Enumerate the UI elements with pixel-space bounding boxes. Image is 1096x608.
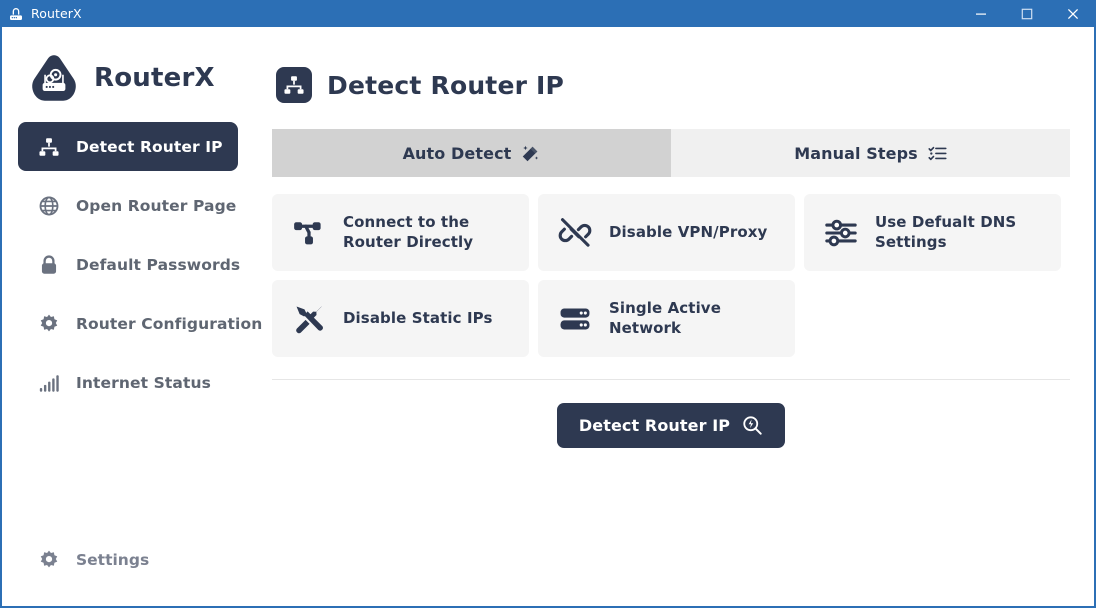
close-icon [1067, 8, 1079, 19]
minimize-button[interactable] [958, 0, 1004, 27]
share-nodes-icon [294, 221, 321, 244]
detect-router-ip-button[interactable]: Detect Router IP [556, 403, 786, 448]
card-label: Disable VPN/Proxy [609, 222, 768, 241]
title-bar: RouterX [0, 0, 1096, 27]
action-row: Detect Router IP [272, 403, 1070, 448]
window-title: RouterX [31, 6, 82, 21]
page-title: Detect Router IP [327, 70, 565, 100]
sliders-icon [825, 219, 857, 246]
close-button[interactable] [1050, 0, 1096, 27]
lock-icon [41, 254, 57, 274]
search-bolt-icon [743, 416, 762, 435]
main-content: Detect Router IP Auto Detect Manual Step… [254, 27, 1094, 606]
tab-label: Manual Steps [794, 143, 918, 163]
tab-label: Auto Detect [402, 143, 512, 163]
brand-name: RouterX [94, 63, 215, 93]
sidebar-item-label: Settings [76, 551, 150, 569]
sidebar-item-label: Router Configuration [76, 314, 263, 333]
sitemap-icon [39, 137, 59, 156]
card-connect-to-the-router-directly[interactable]: Connect to the Router Directly [272, 194, 529, 271]
card-label: Disable Static IPs [343, 308, 493, 327]
maximize-icon [1021, 8, 1033, 19]
detect-button-label: Detect Router IP [578, 416, 731, 435]
sidebar-item-router-configuration[interactable]: Router Configuration [18, 299, 262, 348]
routerx-logo-icon [32, 55, 76, 101]
tools-icon [296, 306, 323, 333]
card-disable-static-ips[interactable]: Disable Static IPs [272, 280, 529, 357]
sidebar-item-label: Open Router Page [76, 196, 237, 215]
section-divider [272, 379, 1070, 380]
card-use-default-dns-settings[interactable]: Use Defualt DNS Settings [804, 194, 1061, 271]
sidebar-item-label: Detect Router IP [76, 137, 223, 156]
tab-bar: Auto Detect Manual Steps [272, 129, 1070, 177]
page-title-badge [276, 67, 312, 103]
sidebar-item-label: Default Passwords [76, 255, 241, 274]
window-body: RouterX Detect Router IP Open Router Pag… [2, 27, 1094, 606]
server-icon [560, 308, 590, 329]
sidebar-item-open-router-page[interactable]: Open Router Page [18, 181, 238, 230]
tab-manual-steps[interactable]: Manual Steps [671, 129, 1070, 177]
magic-wand-icon [523, 145, 539, 161]
sidebar-item-default-passwords[interactable]: Default Passwords [18, 240, 241, 289]
brand: RouterX [2, 45, 254, 111]
list-checks-icon [928, 146, 947, 160]
sidebar-item-internet-status[interactable]: Internet Status [18, 358, 238, 407]
sitemap-icon [284, 76, 304, 94]
sidebar-nav: Detect Router IP Open Router Page Defaul… [2, 122, 262, 417]
router-icon [10, 7, 22, 20]
card-label: Connect to the Router Directly [343, 212, 474, 251]
gear-icon [40, 550, 58, 568]
sidebar-item-settings[interactable]: Settings [2, 540, 254, 580]
sidebar-item-label: Internet Status [76, 373, 211, 392]
sidebar: RouterX Detect Router IP Open Router Pag… [2, 27, 262, 606]
card-disable-vpn-proxy[interactable]: Disable VPN/Proxy [538, 194, 795, 271]
app-window: RouterX RouterX Detect Router IP Open Ro… [0, 0, 1096, 608]
signal-bars-icon [39, 374, 59, 392]
card-label: Single Active Network [609, 298, 721, 337]
maximize-button[interactable] [1004, 0, 1050, 27]
page-header: Detect Router IP [272, 67, 1070, 103]
tab-auto-detect[interactable]: Auto Detect [272, 129, 671, 177]
card-single-active-network[interactable]: Single Active Network [538, 280, 795, 357]
unlink-icon [558, 217, 592, 247]
globe-icon [39, 196, 59, 215]
minimize-icon [976, 13, 986, 15]
gear-icon [40, 314, 58, 331]
card-label: Use Defualt DNS Settings [875, 212, 1017, 251]
sidebar-item-detect-router-ip[interactable]: Detect Router IP [18, 122, 238, 171]
card-grid: Connect to the Router Directly Disable V… [272, 194, 1070, 357]
